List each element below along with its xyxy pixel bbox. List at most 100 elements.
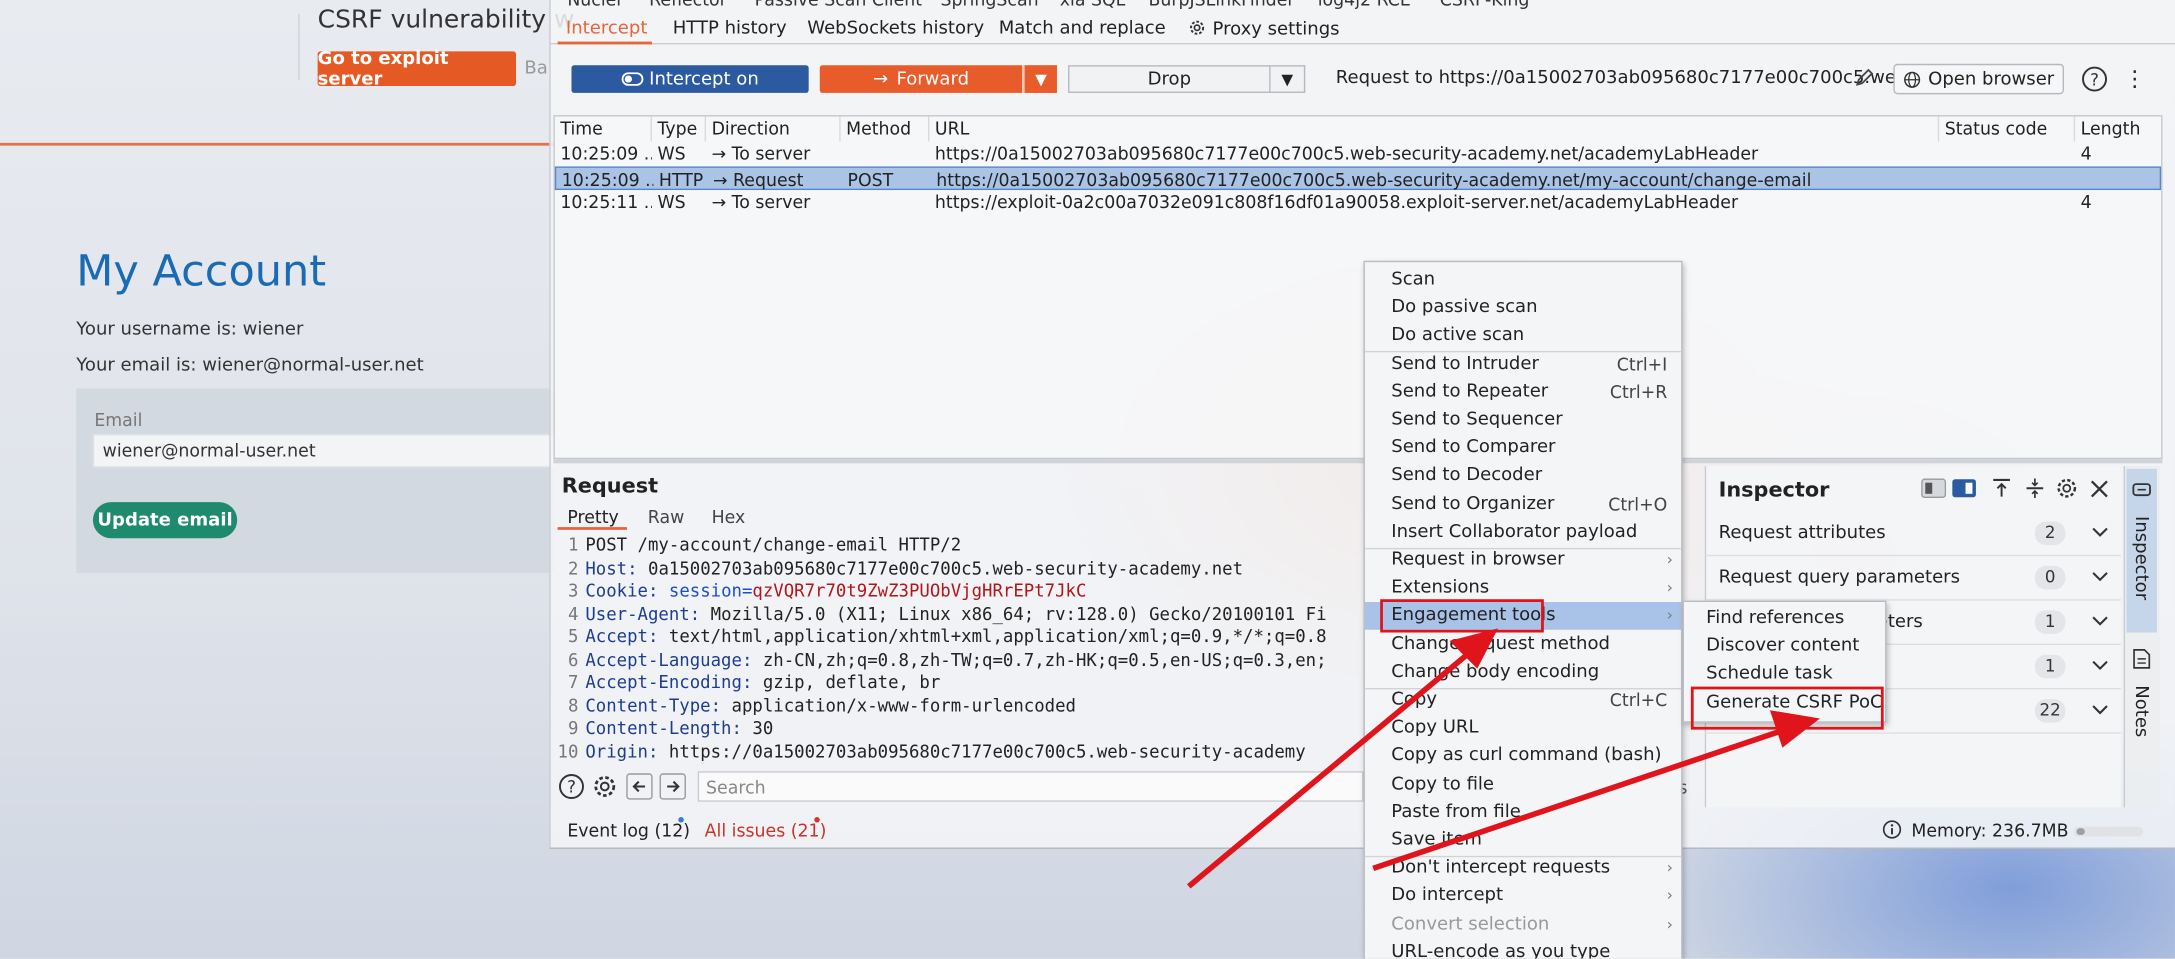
chevron-down-icon[interactable]	[2090, 655, 2109, 674]
go-to-exploit-server-button[interactable]: Go to exploit server	[317, 48, 517, 89]
align-center-icon[interactable]	[2024, 477, 2046, 499]
drop-button[interactable]: Drop	[1068, 65, 1271, 93]
more-options-icon[interactable]: ⋮	[2124, 66, 2146, 92]
col-direction[interactable]: Direction	[706, 116, 841, 142]
tab-burpjslinkfinder[interactable]: BurpJSLinkFinder	[1149, 0, 1295, 10]
align-top-icon[interactable]	[1990, 477, 2012, 499]
menu-item-request-in-browser[interactable]: Request in browser ›	[1365, 547, 1681, 575]
menu-item-do-passive-scan[interactable]: Do passive scan	[1365, 294, 1681, 322]
code-line: 8 Content-Type: application/x-www-form-ur…	[553, 694, 1076, 717]
menu-item-copy-url[interactable]: Copy URL	[1365, 715, 1681, 743]
col-type[interactable]: Type	[652, 116, 707, 142]
table-row[interactable]: 10:25:11 ... WS → To server https://exploit…	[555, 190, 2161, 214]
inspector-icon	[2132, 483, 2151, 497]
chevron-down-icon[interactable]	[2090, 522, 2109, 541]
table-row[interactable]: 10:25:09 ... WS → To server https://0a15002…	[555, 141, 2161, 165]
forward-button[interactable]: → Forward	[819, 65, 1023, 93]
menu-item-url-encode-as-you-type[interactable]: URL-encode as you type	[1365, 939, 1681, 959]
tab-intercept[interactable]: Intercept	[566, 18, 647, 39]
tab-hex[interactable]: Hex	[712, 506, 746, 527]
submenu-item-find-references[interactable]: Find references	[1684, 605, 1885, 633]
tab-log4j2-rce[interactable]: log4j2 RCE	[1318, 0, 1411, 10]
menu-item-send-to-intruder[interactable]: Send to Intruder Ctrl+I	[1365, 350, 1681, 378]
menu-item-copy-as-curl-command-bash[interactable]: Copy as curl command (bash)	[1365, 743, 1681, 771]
header-name: User-Agent:	[585, 602, 701, 624]
menu-item-paste-from-file[interactable]: Paste from file	[1365, 799, 1681, 827]
tab-raw[interactable]: Raw	[648, 506, 684, 527]
menu-item-send-to-repeater[interactable]: Send to Repeater Ctrl+R	[1365, 378, 1681, 406]
forward-dropdown-button[interactable]: ▼	[1023, 65, 1057, 93]
update-email-button[interactable]: Update email	[92, 502, 238, 539]
inspector-section[interactable]: Request query parameters 0	[1704, 556, 2121, 601]
col-length[interactable]: Length	[2075, 117, 2161, 142]
tab-reflector[interactable]: Reflector	[649, 0, 727, 10]
tab-match-and-replace[interactable]: Match and replace	[999, 18, 1166, 39]
tab-passive-scan-client[interactable]: Passive Scan Client	[755, 0, 922, 10]
open-browser-button[interactable]: Open browser	[1893, 63, 2065, 95]
menu-item-save-item[interactable]: Save item	[1365, 827, 1681, 855]
cell-type: WS	[657, 191, 686, 213]
all-issues-link[interactable]: All issues (21)	[705, 820, 827, 841]
menu-item-send-to-comparer[interactable]: Send to Comparer	[1365, 434, 1681, 462]
submenu-item-schedule-task[interactable]: Schedule task	[1684, 661, 1885, 689]
col-time[interactable]: Time	[555, 116, 652, 142]
menu-item-send-to-decoder[interactable]: Send to Decoder	[1365, 462, 1681, 490]
col-status-code[interactable]: Status code	[1939, 116, 2076, 142]
menu-item-copy[interactable]: Copy Ctrl+C	[1365, 687, 1681, 715]
menu-item-insert-collaborator-payload[interactable]: Insert Collaborator payload	[1365, 518, 1681, 546]
request-editor[interactable]: 1 POST /my-account/change-email HTTP/2 2 Ho…	[553, 533, 1385, 762]
direction-label: To server	[731, 191, 811, 213]
table-row[interactable]: 10:25:09 ... HTTP → Request POST https://0a1…	[554, 165, 2162, 190]
tab-xia-sql[interactable]: xia SQL	[1060, 0, 1126, 10]
help-icon[interactable]: ?	[558, 773, 586, 801]
pencil-icon[interactable]	[1853, 67, 1875, 89]
submenu-item-discover-content[interactable]: Discover content	[1684, 633, 1885, 661]
tab-websockets-history[interactable]: WebSockets history	[807, 18, 984, 39]
header-value: POST /my-account/change-email HTTP/2	[585, 534, 962, 555]
col-method[interactable]: Method	[841, 116, 930, 142]
menu-item-do-active-scan[interactable]: Do active scan	[1365, 322, 1681, 350]
menu-item-scan[interactable]: Scan	[1365, 266, 1681, 294]
rail-inspector-label[interactable]: Inspector	[2131, 516, 2152, 600]
menu-item-change-body-encoding[interactable]: Change body encoding	[1365, 659, 1681, 687]
close-icon[interactable]	[2089, 479, 2110, 500]
tab-pretty[interactable]: Pretty	[567, 506, 618, 527]
back-arrow-icon[interactable]	[626, 773, 654, 801]
tab-springscan[interactable]: SpringScan	[940, 0, 1038, 10]
intercept-toggle-button[interactable]: Intercept on	[571, 65, 809, 93]
menu-item-extensions[interactable]: Extensions ›	[1365, 575, 1681, 603]
tab-http-history[interactable]: HTTP history	[673, 18, 787, 39]
info-icon	[1882, 820, 1902, 839]
menu-item-convert-selection[interactable]: Convert selection ›	[1365, 911, 1681, 939]
drop-dropdown-button[interactable]: ▼	[1270, 65, 1306, 93]
event-log-link[interactable]: Event log (12)	[567, 820, 690, 841]
layout-split-icon[interactable]	[1952, 479, 1977, 498]
pane-splitter[interactable]	[553, 459, 2163, 464]
gear-icon[interactable]	[2054, 476, 2079, 501]
tab-csrf-king[interactable]: CSRF-King	[1440, 0, 1530, 10]
chevron-down-icon[interactable]	[2090, 566, 2109, 585]
search-input[interactable]: Search	[697, 771, 1364, 802]
chevron-down-icon[interactable]	[2090, 699, 2109, 718]
col-url[interactable]: URL	[929, 116, 1940, 142]
menu-item-change-request-method[interactable]: Change request method	[1365, 631, 1681, 659]
menu-item-do-intercept[interactable]: Do intercept ›	[1365, 883, 1681, 911]
tab-nuclei[interactable]: Nuclei	[567, 0, 621, 10]
menu-item-send-to-organizer[interactable]: Send to Organizer Ctrl+O	[1365, 490, 1681, 518]
cell-direction: → To server	[712, 190, 841, 214]
help-icon[interactable]: ?	[2081, 65, 2109, 93]
menu-item-copy-to-file[interactable]: Copy to file	[1365, 771, 1681, 799]
chevron-down-icon: ▼	[1035, 70, 1047, 89]
email-field[interactable]: wiener@normal-user.net	[92, 434, 555, 468]
arrow-right-icon: →	[712, 168, 734, 190]
forward-arrow-icon[interactable]	[659, 773, 687, 801]
menu-item-send-to-sequencer[interactable]: Send to Sequencer	[1365, 406, 1681, 434]
inspector-section[interactable]: Request attributes 2	[1704, 512, 2121, 557]
tab-proxy-settings[interactable]: Proxy settings	[1187, 18, 1340, 40]
menu-item-don-t-intercept-requests[interactable]: Don't intercept requests ›	[1365, 855, 1681, 883]
gear-icon[interactable]	[591, 773, 619, 801]
rail-notes-label[interactable]: Notes	[2131, 685, 2152, 737]
chevron-down-icon[interactable]	[2090, 610, 2109, 629]
layout-list-icon[interactable]	[1921, 478, 1947, 498]
back-link[interactable]: Ba	[524, 58, 547, 79]
